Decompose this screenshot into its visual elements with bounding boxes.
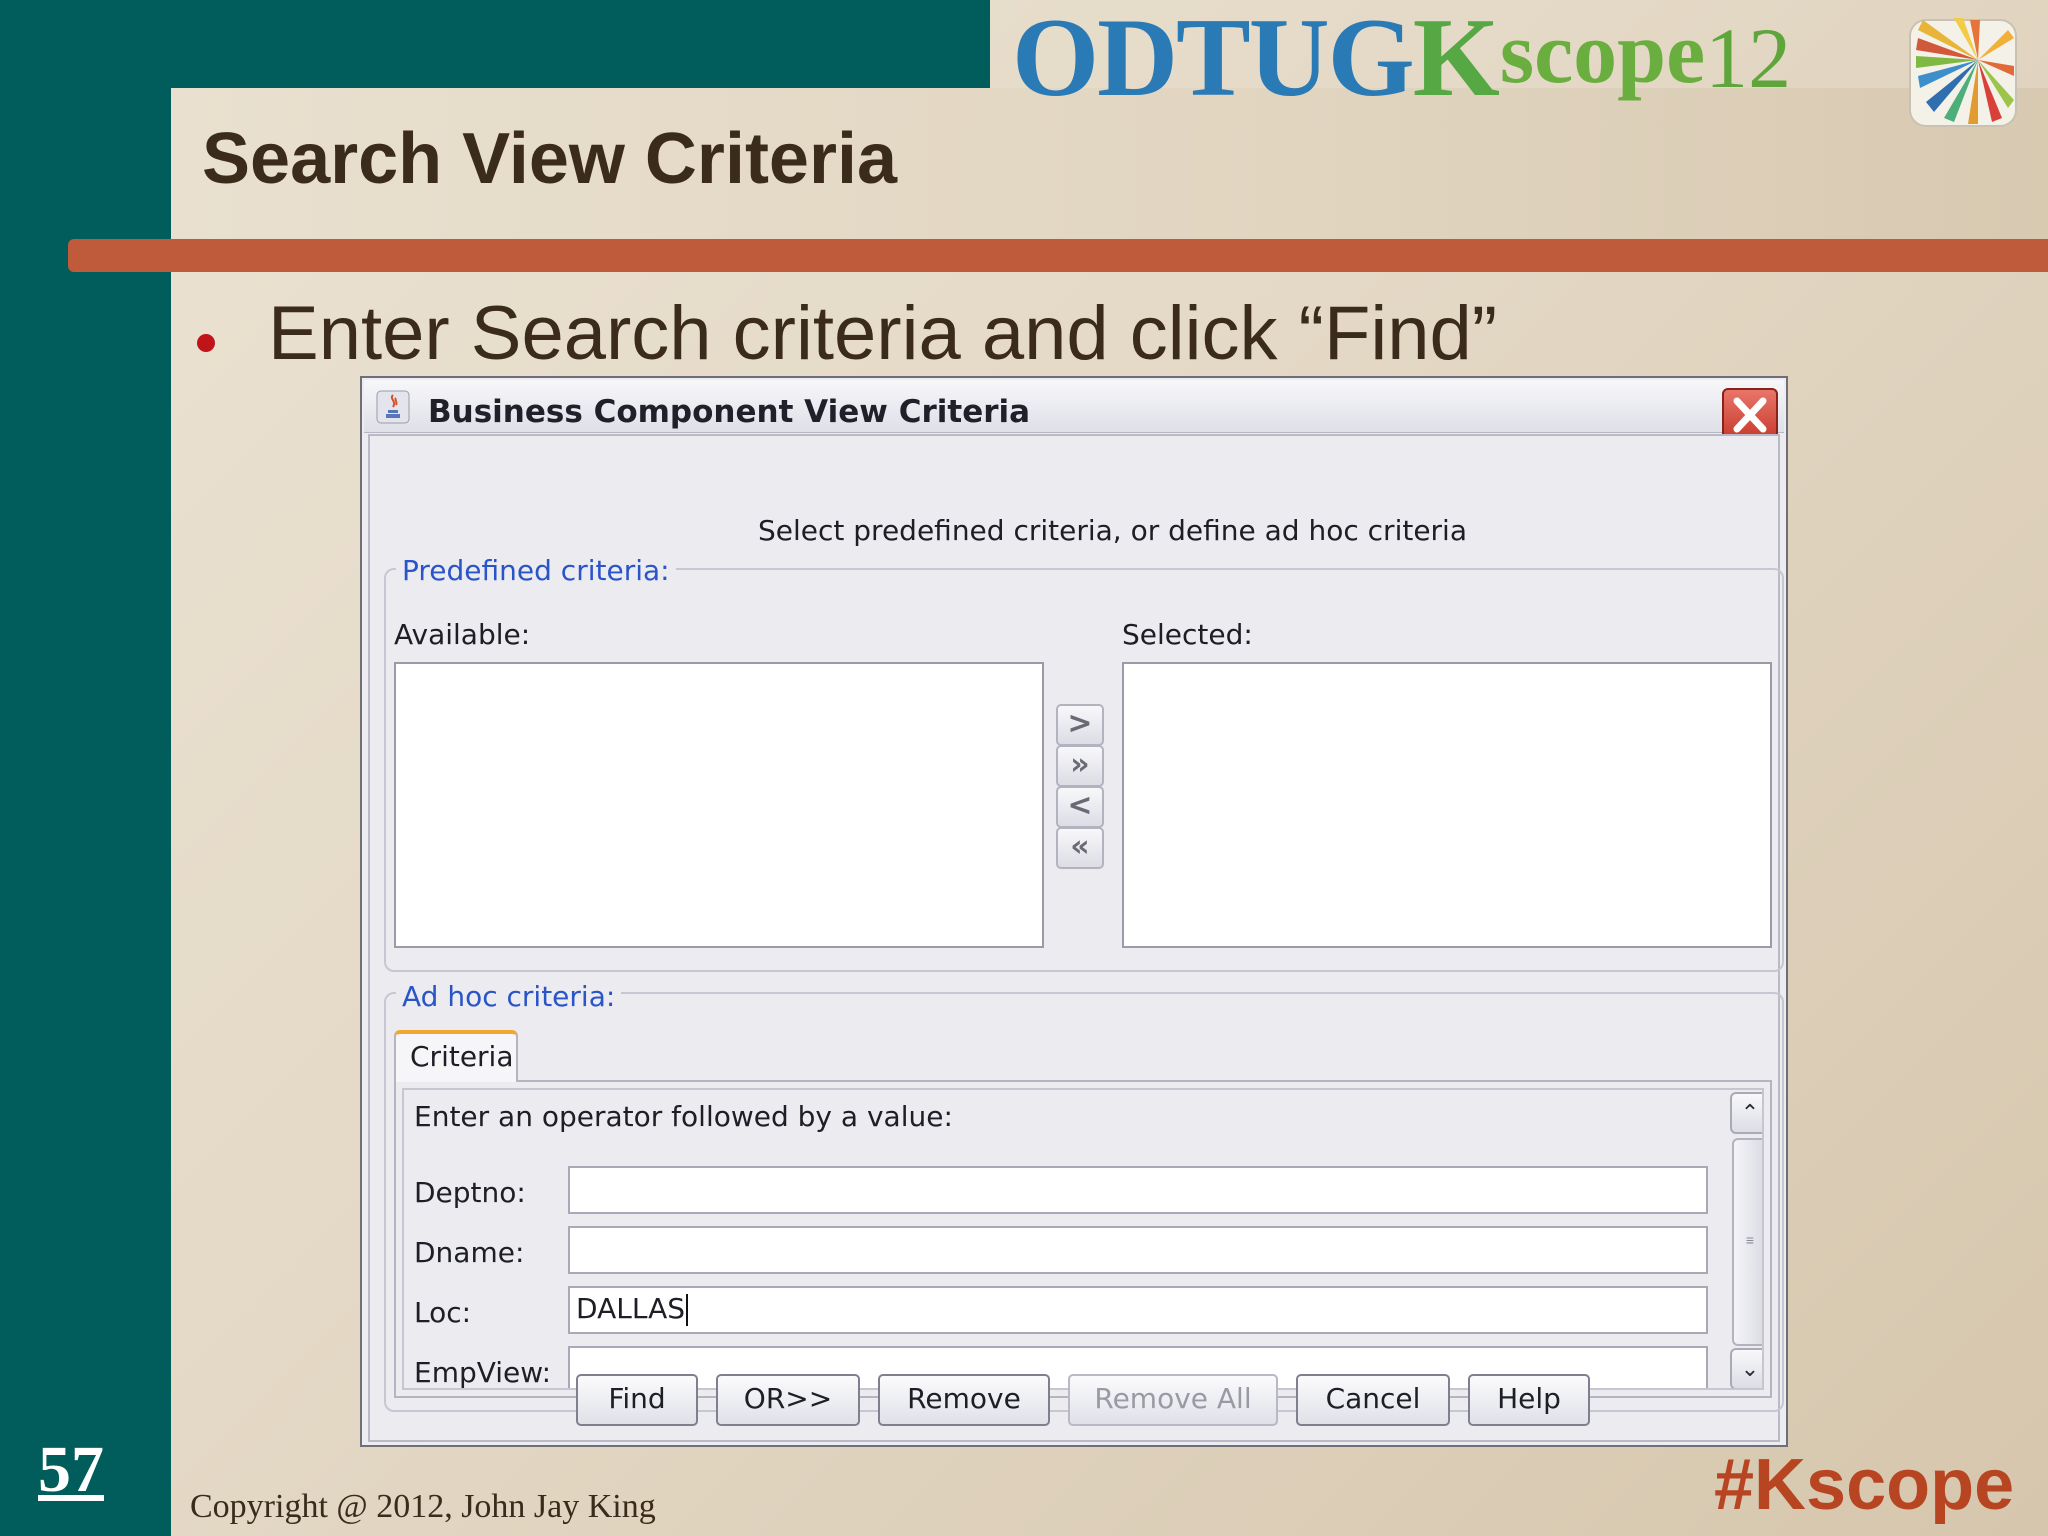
bullet-dot: [197, 334, 215, 352]
adhoc-criteria-legend: Ad hoc criteria:: [396, 980, 622, 1013]
move-right-button[interactable]: >: [1056, 704, 1104, 746]
view-criteria-dialog: Business Component View Criteria Select …: [360, 376, 1788, 1447]
empview-label: EmpView:: [414, 1356, 552, 1389]
title-rule: [68, 239, 2048, 272]
loc-field[interactable]: DALLAS: [568, 1286, 1708, 1334]
double-chevron-right-icon: »: [1070, 747, 1090, 782]
kscope-sunburst-icon: [1909, 18, 2017, 127]
criteria-scroll-area: Enter an operator followed by a value: D…: [402, 1088, 1764, 1390]
move-all-right-button[interactable]: »: [1056, 745, 1104, 787]
chevron-down-icon: ⌄: [1740, 1356, 1760, 1381]
kscope-logo: ODTUGKscope12: [1012, 2, 1792, 114]
cancel-button[interactable]: Cancel: [1296, 1374, 1450, 1426]
loc-field-value: DALLAS: [576, 1292, 685, 1325]
move-all-left-button[interactable]: «: [1056, 827, 1104, 869]
dname-label: Dname:: [414, 1236, 525, 1269]
logo-scope-text: scope: [1499, 5, 1706, 102]
available-label: Available:: [394, 618, 531, 651]
chevron-right-icon: >: [1067, 706, 1093, 741]
deptno-field[interactable]: [568, 1166, 1708, 1214]
copyright-text: Copyright @ 2012, John Jay King: [190, 1488, 656, 1525]
operator-hint: Enter an operator followed by a value:: [414, 1100, 953, 1133]
logo-odtug-text: ODTUG: [1012, 0, 1415, 120]
slide-title: Search View Criteria: [202, 119, 898, 199]
find-button[interactable]: Find: [576, 1374, 698, 1426]
available-criteria-list[interactable]: [394, 662, 1044, 948]
scroll-thumb[interactable]: ≡: [1732, 1138, 1762, 1346]
top-band: [0, 0, 990, 88]
tab-criteria[interactable]: Criteria: [394, 1030, 518, 1082]
loc-label: Loc:: [414, 1296, 472, 1329]
java-app-icon: [376, 390, 410, 424]
or-button[interactable]: OR>>: [716, 1374, 860, 1426]
text-caret: [686, 1294, 688, 1326]
logo-year-text: 12: [1705, 10, 1792, 106]
scroll-down-button[interactable]: ⌄: [1730, 1348, 1762, 1388]
page-number: 57: [38, 1433, 104, 1506]
grip-icon: ≡: [1745, 1232, 1755, 1248]
bullet-text: Enter Search criteria and click “Find”: [268, 291, 1498, 376]
predefined-criteria-legend: Predefined criteria:: [396, 554, 676, 587]
dialog-instruction: Select predefined criteria, or define ad…: [758, 514, 1467, 547]
selected-criteria-list[interactable]: [1122, 662, 1772, 948]
left-band: [0, 0, 171, 1536]
deptno-label: Deptno:: [414, 1176, 526, 1209]
logo-k-text: K: [1412, 0, 1500, 120]
chevron-up-icon: ⌃: [1740, 1100, 1760, 1125]
scroll-up-button[interactable]: ⌃: [1730, 1092, 1762, 1134]
remove-button[interactable]: Remove: [878, 1374, 1050, 1426]
help-button[interactable]: Help: [1468, 1374, 1590, 1426]
criteria-panel: Enter an operator followed by a value: D…: [394, 1080, 1772, 1398]
remove-all-button[interactable]: Remove All: [1068, 1374, 1278, 1426]
selected-label: Selected:: [1122, 618, 1253, 651]
close-icon: [1733, 397, 1767, 433]
move-left-button[interactable]: <: [1056, 786, 1104, 828]
dialog-titlebar[interactable]: Business Component View Criteria: [364, 380, 1784, 442]
dialog-content: Select predefined criteria, or define ad…: [368, 434, 1784, 1442]
dialog-title: Business Component View Criteria: [428, 394, 1031, 430]
tab-criteria-label: Criteria: [410, 1040, 514, 1073]
chevron-left-icon: <: [1067, 788, 1093, 823]
kscope-hashtag: #Kscope: [1714, 1445, 2015, 1525]
dname-field[interactable]: [568, 1226, 1708, 1274]
vertical-scrollbar[interactable]: ⌃ ≡ ⌄: [1730, 1092, 1762, 1388]
double-chevron-left-icon: «: [1070, 829, 1090, 864]
